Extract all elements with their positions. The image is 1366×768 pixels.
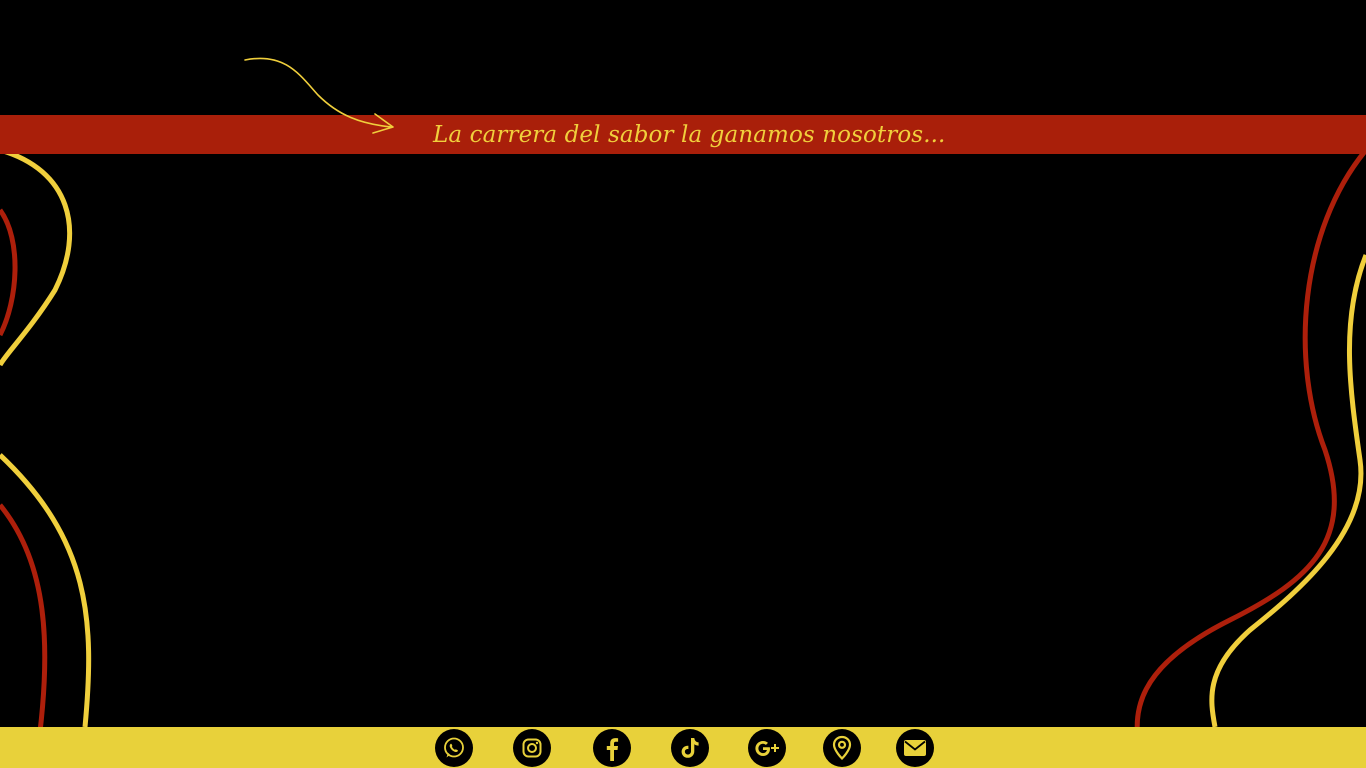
left-red-curve — [0, 208, 48, 768]
right-yellow-curve — [1209, 254, 1366, 728]
google-plus-icon[interactable] — [748, 729, 786, 767]
left-yellow-curve — [0, 147, 92, 728]
location-pin-icon[interactable] — [823, 729, 861, 767]
email-icon[interactable] — [896, 729, 934, 767]
page: La carrera del sabor la ganamos nosotros… — [0, 0, 1366, 768]
facebook-icon[interactable] — [593, 729, 631, 767]
instagram-icon[interactable] — [513, 729, 551, 767]
tagline-text: La carrera del sabor la ganamos nosotros… — [433, 122, 946, 148]
right-red-curve — [1134, 148, 1366, 768]
whatsapp-icon[interactable] — [435, 729, 473, 767]
tiktok-icon[interactable] — [671, 729, 709, 767]
